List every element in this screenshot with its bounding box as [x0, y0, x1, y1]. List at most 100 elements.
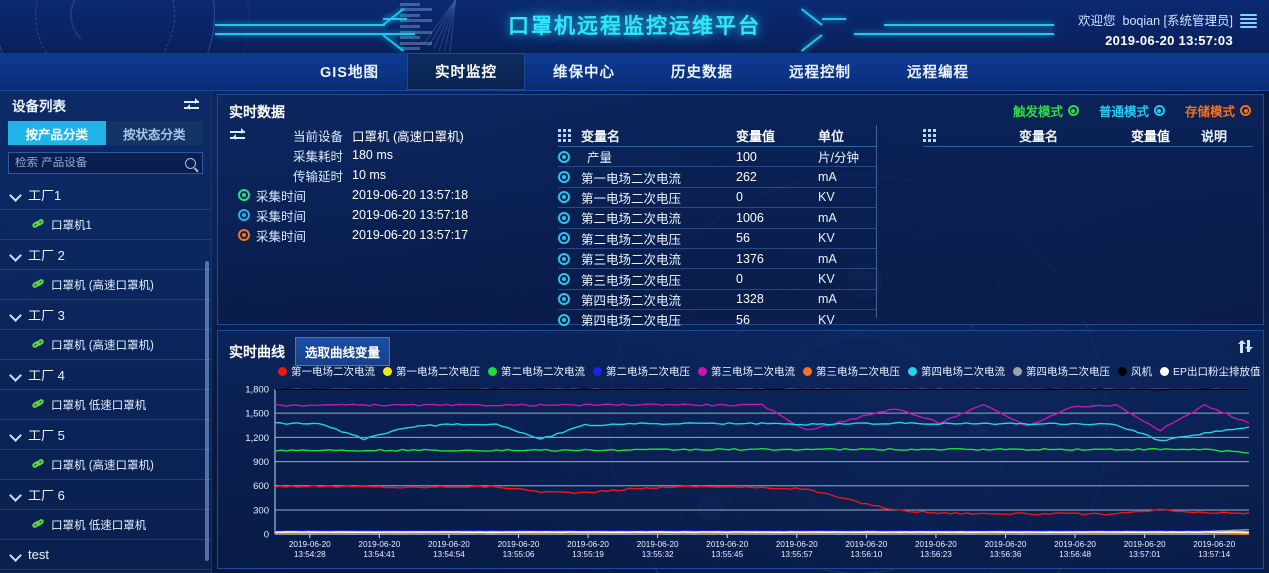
tab-gis-map[interactable]: GIS地图 — [292, 53, 407, 90]
chevron-down-icon[interactable] — [10, 549, 21, 560]
grid-icon[interactable] — [558, 129, 571, 142]
realtime-row-current-device: 当前设备 口罩机 (高速口罩机) — [230, 125, 530, 145]
radio-icon[interactable] — [558, 273, 570, 286]
user-name: boqian — [1122, 14, 1161, 28]
main-nav: GIS地图 实时监控 维保中心 历史数据 远程控制 远程编程 — [0, 53, 1269, 91]
tree-leaf-device[interactable]: 口罩机 低速口罩机 — [0, 510, 211, 540]
radio-icon[interactable] — [1153, 105, 1165, 116]
select-curve-variables-button[interactable]: 选取曲线变量 — [295, 337, 391, 366]
sidebar-tab-by-product[interactable]: 按产品分类 — [8, 121, 106, 145]
chevron-down-icon[interactable] — [10, 429, 21, 440]
table-row[interactable]: 第二电场二次电压 56 KV — [558, 229, 876, 249]
chevron-down-icon[interactable] — [10, 309, 21, 320]
legend-item-0[interactable]: 第一电场二次电流 — [278, 364, 375, 379]
radio-icon[interactable] — [558, 211, 570, 224]
svg-text:13:55:19: 13:55:19 — [572, 550, 604, 559]
radio-icon[interactable] — [558, 171, 570, 184]
tree-group-factory-5[interactable]: 工厂 5 — [0, 420, 211, 450]
tab-remote-programming[interactable]: 远程编程 — [879, 53, 997, 90]
swap-arrows-icon[interactable] — [184, 97, 201, 112]
svg-text:2019-06-20: 2019-06-20 — [776, 540, 818, 549]
page-title: 口罩机远程监控运维平台 — [508, 15, 761, 38]
table-row[interactable]: 第三电场二次电压 0 KV — [558, 269, 876, 290]
legend-item-1[interactable]: 第一电场二次电压 — [383, 364, 480, 379]
table-row[interactable]: 第三电场二次电流 1376 mA — [558, 249, 876, 270]
radio-icon[interactable] — [1240, 105, 1251, 116]
tab-remote-control[interactable]: 远程控制 — [761, 53, 879, 90]
search-icon[interactable] — [185, 157, 199, 173]
svg-text:2019-06-20: 2019-06-20 — [985, 540, 1027, 549]
tab-maintenance-center[interactable]: 维保中心 — [525, 53, 643, 90]
sidebar-scrollbar[interactable] — [205, 261, 209, 561]
sidebar-tab-by-status[interactable]: 按状态分类 — [105, 121, 203, 145]
grid-icon[interactable] — [923, 129, 936, 142]
legend-item-4[interactable]: 第三电场二次电流 — [698, 364, 795, 379]
cell-variable-value: 100 — [736, 149, 757, 164]
svg-text:1,800: 1,800 — [245, 384, 269, 395]
radio-icon[interactable] — [1067, 105, 1079, 116]
tree-leaf-device[interactable]: 口罩机 低速口罩机 — [0, 390, 211, 420]
table-row[interactable]: 第一电场二次电流 262 mA — [558, 167, 876, 188]
tab-realtime-monitor[interactable]: 实时监控 — [406, 53, 525, 90]
device-search-box[interactable] — [8, 152, 203, 174]
hamburger-list-icon[interactable] — [1240, 14, 1257, 28]
radio-icon[interactable] — [558, 313, 570, 326]
radio-icon[interactable] — [558, 232, 570, 245]
legend-color-dot — [593, 367, 602, 376]
tree-group-factory-1[interactable]: 工厂1 — [0, 180, 211, 210]
tree-leaf-device[interactable]: 口罩机 (高速口罩机) — [0, 330, 211, 360]
cell-variable-value: 1006 — [736, 210, 764, 225]
tree-group-factory-6[interactable]: 工厂 6 — [0, 480, 211, 510]
swap-arrows-icon[interactable] — [230, 127, 254, 142]
status-dot-green-icon — [238, 189, 250, 201]
mode-store[interactable]: 存储模式 — [1185, 101, 1251, 120]
legend-label: 第二电场二次电压 — [606, 366, 690, 378]
legend-item-5[interactable]: 第三电场二次电压 — [803, 364, 900, 379]
sort-updown-icon[interactable] — [1237, 338, 1253, 355]
realtime-value: 2019-06-20 13:57:18 — [352, 208, 469, 222]
legend-label: 第一电场二次电压 — [396, 366, 480, 378]
tree-group-factory-2[interactable]: 工厂 2 — [0, 240, 211, 270]
tree-group-factory-3[interactable]: 工厂 3 — [0, 300, 211, 330]
tree-leaf-device[interactable]: 口罩机 (高速口罩机) — [0, 270, 211, 300]
tree-group-label: 工厂 3 — [28, 308, 65, 323]
mode-trigger[interactable]: 触发模式 — [1013, 101, 1079, 120]
legend-item-2[interactable]: 第二电场二次电流 — [488, 364, 585, 379]
radio-icon[interactable] — [558, 252, 570, 265]
tab-history-data[interactable]: 历史数据 — [643, 53, 761, 90]
legend-item-6[interactable]: 第四电场二次电流 — [908, 364, 1005, 379]
table-row[interactable]: 第一电场二次电压 0 KV — [558, 188, 876, 209]
cell-variable-value: 56 — [736, 312, 750, 327]
tree-group-label: 工厂 4 — [28, 368, 65, 383]
svg-text:2019-06-20: 2019-06-20 — [358, 540, 400, 549]
chevron-down-icon[interactable] — [10, 489, 21, 500]
realtime-info-block: 当前设备 口罩机 (高速口罩机) 采集耗时 180 ms 传输延时 10 ms … — [230, 125, 530, 245]
legend-item-9[interactable]: EP出口粉尘排放值 — [1160, 364, 1261, 379]
chevron-down-icon[interactable] — [10, 249, 21, 260]
realtime-chart-plot[interactable]: 0 300 600 900 1,200 1,500 1,800 2019-06-20 13:54… — [229, 383, 1255, 564]
table-row[interactable]: 第二电场二次电流 1006 mA — [558, 208, 876, 229]
chevron-down-icon[interactable] — [10, 189, 21, 200]
legend-item-3[interactable]: 第二电场二次电压 — [593, 364, 690, 379]
cell-variable-unit: KV — [818, 272, 835, 287]
search-input[interactable] — [15, 157, 185, 169]
tree-group-test[interactable]: test — [0, 540, 211, 570]
tree-group-factory-4[interactable]: 工厂 4 — [0, 360, 211, 390]
radio-icon[interactable] — [558, 191, 570, 204]
radio-icon[interactable] — [558, 150, 570, 163]
svg-text:2019-06-20: 2019-06-20 — [915, 540, 957, 549]
svg-text:2019-06-20: 2019-06-20 — [289, 540, 331, 549]
tree-leaf-label: 口罩机 (高速口罩机) — [51, 459, 154, 472]
mode-normal[interactable]: 普通模式 — [1099, 101, 1165, 120]
realtime-row-collect-time-orange: 采集时间 2019-06-20 13:57:17 — [230, 225, 530, 245]
column-header-value: 变量值 — [736, 129, 776, 144]
table-row[interactable]: 产量 100 片/分钟 — [558, 147, 876, 168]
table-row[interactable]: 第四电场二次电流 1328 mA — [558, 290, 876, 311]
tree-leaf-device[interactable]: 口罩机1 — [0, 210, 211, 240]
legend-item-8[interactable]: 风机 — [1118, 364, 1152, 379]
tree-leaf-device[interactable]: 口罩机 (高速口罩机) — [0, 450, 211, 480]
legend-item-7[interactable]: 第四电场二次电压 — [1013, 364, 1110, 379]
radio-icon[interactable] — [558, 293, 570, 306]
chevron-down-icon[interactable] — [10, 369, 21, 380]
table-row[interactable]: 第四电场二次电压 56 KV — [558, 310, 876, 331]
